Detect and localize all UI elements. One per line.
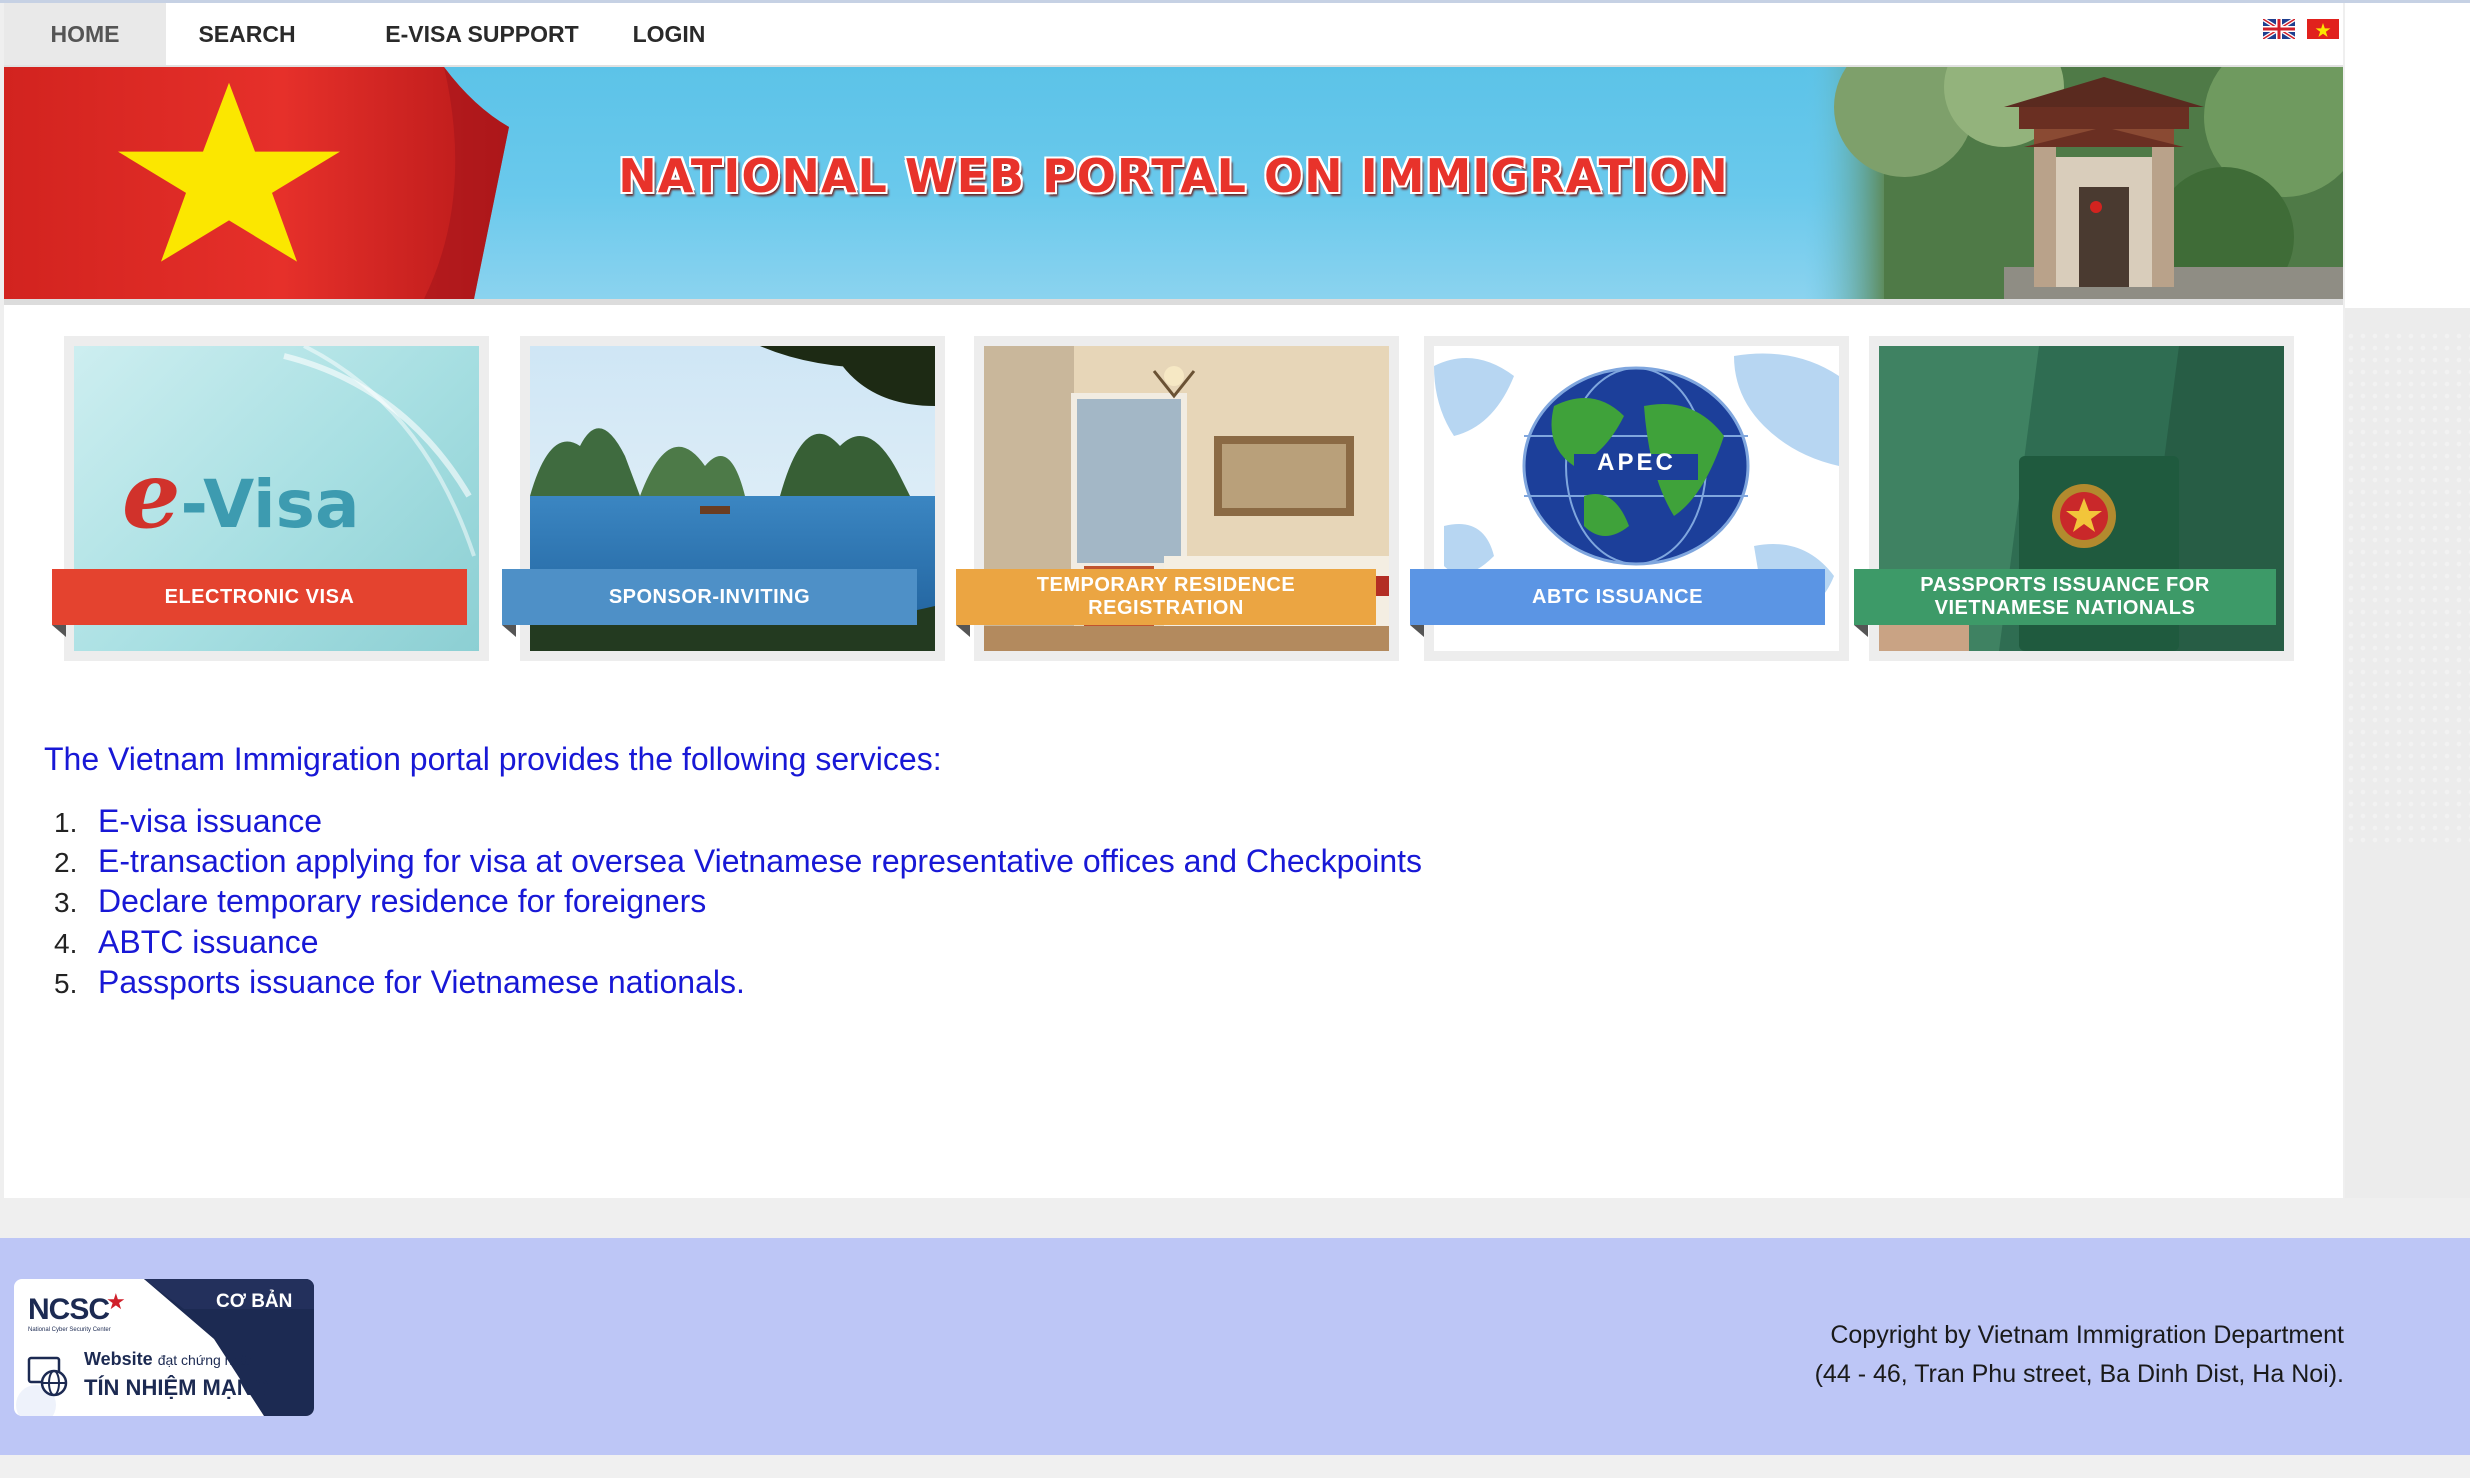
service-item: 3. Declare temporary residence for foreig… xyxy=(54,883,707,920)
ribbon-fold xyxy=(1410,625,1424,637)
bottom-strip xyxy=(0,1455,2470,1478)
language-switcher xyxy=(2255,19,2339,39)
copyright-line: Copyright by Vietnam Immigration Departm… xyxy=(1830,1321,2344,1349)
globe-icon xyxy=(27,1356,68,1397)
banner-title: NATIONAL WEB PORTAL ON IMMIGRATION xyxy=(618,149,1729,203)
apec-logo-text: APEC xyxy=(1597,449,1676,476)
badge-line2: TÍN NHIỆM MẠNG xyxy=(84,1375,270,1400)
ribbon-fold xyxy=(52,625,66,637)
tile-label-temporary-residence[interactable]: TEMPORARY RESIDENCE REGISTRATION xyxy=(956,569,1376,625)
uk-flag-icon[interactable] xyxy=(2262,19,2295,39)
nav-home[interactable]: HOME xyxy=(4,3,166,65)
service-item: 1. E-visa issuance xyxy=(54,803,323,839)
nav-login[interactable]: LOGIN xyxy=(624,3,714,65)
evisa-logo: e-Visa xyxy=(122,441,360,549)
tile-label-abtc-issuance[interactable]: ABTC ISSUANCE xyxy=(1410,569,1825,625)
tile-label-electronic-visa[interactable]: ELECTRONIC VISA xyxy=(52,569,467,625)
vietnam-flag-icon[interactable] xyxy=(2307,19,2339,39)
tile-label-passports-issuance[interactable]: PASSPORTS ISSUANCE FOR VIETNAMESE NATION… xyxy=(1854,569,2276,625)
services-list: 1. E-visa issuance 2. E-transaction applyi… xyxy=(54,801,1422,1002)
world-map-pattern xyxy=(2345,330,2470,850)
ncsc-star-icon: ★ xyxy=(106,1289,126,1314)
tile-label-sponsor-inviting[interactable]: SPONSOR-INVITING xyxy=(502,569,917,625)
ncsc-subtitle: National Cyber Security Center xyxy=(28,1327,111,1333)
nav-evisa-support[interactable]: E-VISA SUPPORT xyxy=(368,3,596,65)
service-item: 2. E-transaction applying for visa at ove… xyxy=(54,843,1422,880)
service-item: 5. Passports issuance for Vietnamese nati… xyxy=(54,963,745,1000)
badge-level: CƠ BẢN xyxy=(216,1291,293,1312)
ribbon-fold xyxy=(1854,625,1868,637)
address-line: (44 - 46, Tran Phu street, Ba Dinh Dist,… xyxy=(1814,1360,2344,1388)
ncsc-logo-text: NCSC xyxy=(28,1293,110,1326)
services-intro: The Vietnam Immigration portal provides … xyxy=(44,741,942,777)
ncsc-trust-badge[interactable]: NCSC ★ National Cyber Security Center CƠ… xyxy=(14,1279,314,1416)
top-navigation: HOME SEARCH E-VISA SUPPORT LOGIN xyxy=(4,3,2343,67)
badge-line1: Website đạt chứng nhận xyxy=(84,1349,256,1369)
copyright: Copyright by Vietnam Immigration Departm… xyxy=(1815,1316,2344,1394)
footer: NCSC ★ National Cyber Security Center CƠ… xyxy=(0,1238,2470,1455)
evisa-logo-text: -Visa xyxy=(180,466,360,543)
ribbon-fold xyxy=(502,625,516,637)
service-item: 4. ABTC issuance xyxy=(54,923,319,960)
ribbon-fold xyxy=(956,625,970,637)
nav-search[interactable]: SEARCH xyxy=(172,3,322,65)
header-banner: NATIONAL WEB PORTAL ON IMMIGRATION xyxy=(4,67,2343,305)
page-container: HOME SEARCH E-VISA SUPPORT LOGIN NATIONA… xyxy=(4,3,2343,1198)
right-margin xyxy=(2345,3,2470,308)
